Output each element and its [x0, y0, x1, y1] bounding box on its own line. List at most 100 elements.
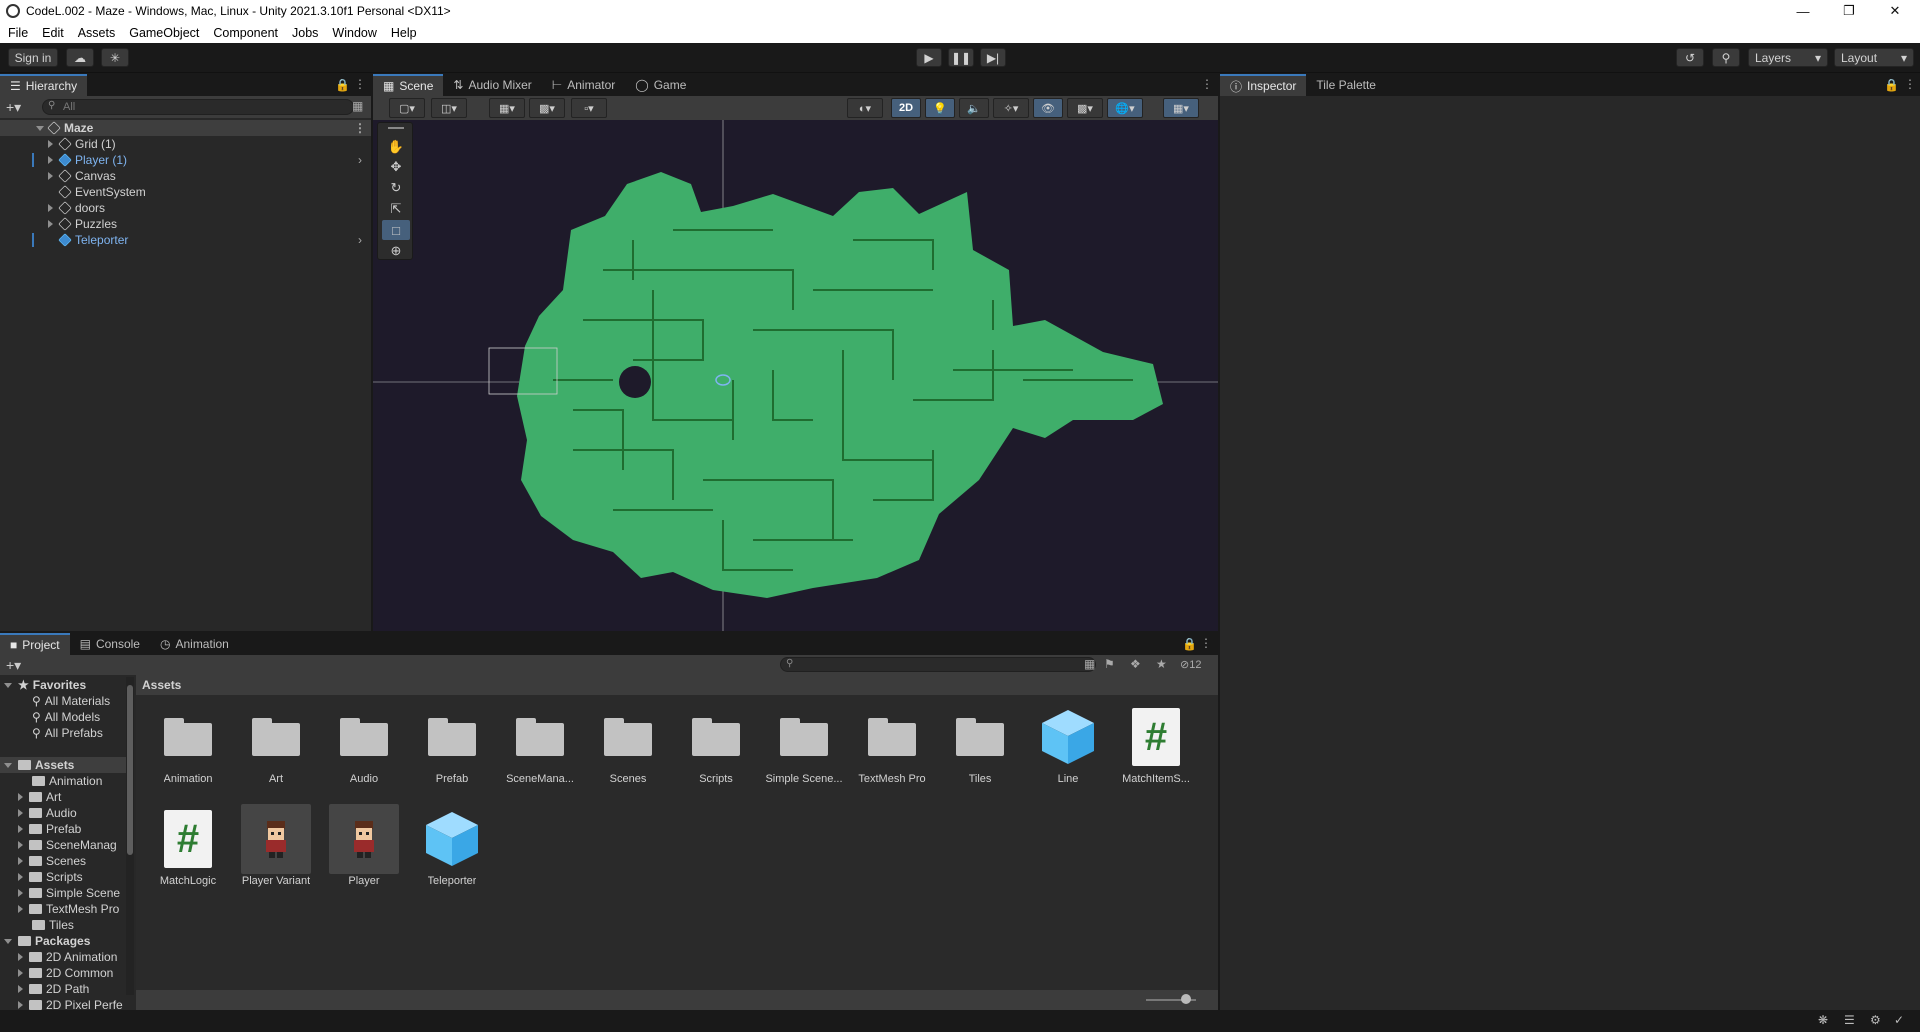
- expand-icon[interactable]: [48, 156, 53, 164]
- scene-visibility-icon[interactable]: ▦: [352, 99, 363, 113]
- asset-item[interactable]: Tiles: [936, 705, 1024, 795]
- menu-assets[interactable]: Assets: [71, 26, 123, 40]
- menu-jobs[interactable]: Jobs: [285, 26, 325, 40]
- scene-viewport[interactable]: [373, 120, 1218, 631]
- step-button[interactable]: ▶|: [980, 48, 1006, 67]
- gizmos-dropdown[interactable]: 🌐▾: [1107, 98, 1143, 118]
- bug-icon[interactable]: ❋: [1818, 1013, 1828, 1027]
- slider-handle[interactable]: [1181, 994, 1191, 1004]
- favorite-item[interactable]: ⚲ All Materials: [0, 693, 110, 709]
- add-icon[interactable]: +▾: [6, 657, 21, 674]
- snap-increment-dropdown[interactable]: ▩▾: [529, 98, 565, 118]
- asset-folder-item[interactable]: Simple Scene: [0, 885, 120, 901]
- favorite-item[interactable]: ⚲ All Prefabs: [0, 725, 103, 741]
- expand-icon[interactable]: [18, 889, 23, 897]
- shading-dropdown[interactable]: ◫▾: [431, 98, 467, 118]
- add-icon[interactable]: +▾: [6, 99, 21, 116]
- draw-mode-dropdown[interactable]: ▢▾: [389, 98, 425, 118]
- expand-icon[interactable]: [18, 825, 23, 833]
- asset-folder-item[interactable]: Audio: [0, 805, 77, 821]
- tab-scene[interactable]: ▦ Scene: [373, 74, 444, 96]
- history-icon[interactable]: ↺: [1676, 48, 1704, 67]
- expand-icon[interactable]: [18, 809, 23, 817]
- asset-item[interactable]: TextMesh Pro: [848, 705, 936, 795]
- tab-game[interactable]: ◯ Game: [625, 74, 696, 96]
- asset-item[interactable]: Teleporter: [408, 807, 496, 897]
- star-icon[interactable]: ★: [1156, 657, 1167, 671]
- pause-button[interactable]: ❚❚: [948, 48, 974, 67]
- hidden-objects-icon[interactable]: 👁: [1033, 98, 1063, 118]
- kebab-menu-icon[interactable]: ⋮: [354, 121, 366, 135]
- package-item[interactable]: 2D Path: [0, 981, 89, 997]
- expand-icon[interactable]: [4, 938, 12, 944]
- hierarchy-item[interactable]: Grid (1): [0, 136, 116, 152]
- tab-hierarchy[interactable]: ☰ Hierarchy: [0, 74, 88, 96]
- asset-item[interactable]: Line: [1024, 705, 1112, 795]
- minimize-icon[interactable]: —: [1780, 0, 1826, 22]
- search-by-type-icon[interactable]: ▦: [1084, 657, 1095, 671]
- notification-icon[interactable]: ✓: [1894, 1013, 1904, 1027]
- chevron-right-icon[interactable]: ›: [358, 153, 362, 167]
- label-icon[interactable]: ❖: [1130, 657, 1141, 671]
- hierarchy-item[interactable]: EventSystem: [0, 184, 146, 200]
- asset-folder-item[interactable]: Animation: [0, 773, 102, 789]
- cache-server-icon[interactable]: ☰: [1844, 1013, 1855, 1027]
- scrollbar-thumb[interactable]: [127, 685, 133, 855]
- asset-folder-item[interactable]: TextMesh Pro: [0, 901, 119, 917]
- lock-icon[interactable]: 🔒: [335, 78, 350, 92]
- asset-folder-item[interactable]: Scenes: [0, 853, 86, 869]
- audio-icon[interactable]: 🔈: [959, 98, 989, 118]
- assets-root-row[interactable]: Assets: [0, 757, 126, 773]
- asset-item[interactable]: Audio: [320, 705, 408, 795]
- asset-item[interactable]: # MatchLogic: [144, 807, 232, 897]
- layers-dropdown[interactable]: Layers ▾: [1748, 48, 1828, 67]
- expand-icon[interactable]: [48, 220, 53, 228]
- favorites-row[interactable]: ★ Favorites: [0, 677, 86, 693]
- lighting-icon[interactable]: 💡: [925, 98, 955, 118]
- hierarchy-item[interactable]: Puzzles: [0, 216, 117, 232]
- menu-file[interactable]: File: [0, 26, 35, 40]
- menu-component[interactable]: Component: [206, 26, 285, 40]
- menu-edit[interactable]: Edit: [35, 26, 71, 40]
- overlays-dropdown[interactable]: ▦▾: [1163, 98, 1199, 118]
- package-item[interactable]: 2D Common: [0, 965, 113, 981]
- lock-icon[interactable]: 🔒: [1182, 637, 1197, 651]
- grid-snap-dropdown[interactable]: ▦▾: [489, 98, 525, 118]
- expand-icon[interactable]: [18, 793, 23, 801]
- asset-folder-item[interactable]: SceneManag: [0, 837, 117, 853]
- breadcrumb[interactable]: Assets: [136, 675, 1218, 695]
- packages-root-row[interactable]: Packages: [0, 933, 90, 949]
- tree-scrollbar[interactable]: [126, 677, 134, 995]
- sign-in-button[interactable]: Sign in: [8, 48, 58, 67]
- kebab-menu-icon[interactable]: ⋮: [1200, 636, 1212, 650]
- camera-dropdown[interactable]: ▩▾: [1067, 98, 1103, 118]
- tab-animator[interactable]: ⊢ Animator: [542, 74, 625, 96]
- asset-item[interactable]: SceneMana...: [496, 705, 584, 795]
- asset-item[interactable]: Scenes: [584, 705, 672, 795]
- play-button[interactable]: ▶: [916, 48, 942, 67]
- asset-item[interactable]: Player: [320, 804, 408, 897]
- kebab-menu-icon[interactable]: ⋮: [1904, 77, 1916, 91]
- collab-icon[interactable]: ✳: [101, 48, 129, 67]
- expand-icon[interactable]: [48, 172, 53, 180]
- hierarchy-item[interactable]: doors: [0, 200, 105, 216]
- cloud-icon[interactable]: ☁: [66, 48, 94, 67]
- hierarchy-item[interactable]: Canvas: [0, 168, 116, 184]
- maximize-icon[interactable]: ❐: [1826, 0, 1872, 22]
- asset-item[interactable]: Animation: [144, 705, 232, 795]
- menu-window[interactable]: Window: [325, 26, 383, 40]
- asset-item[interactable]: Scripts: [672, 705, 760, 795]
- asset-item[interactable]: Simple Scene...: [760, 705, 848, 795]
- expand-icon[interactable]: [18, 953, 23, 961]
- expand-icon[interactable]: [18, 857, 23, 865]
- tab-project[interactable]: ■ Project: [0, 633, 70, 655]
- expand-icon[interactable]: [18, 969, 23, 977]
- render-mode-dropdown[interactable]: ◐▾: [847, 98, 883, 118]
- asset-folder-item[interactable]: Art: [0, 789, 61, 805]
- expand-icon[interactable]: [4, 682, 12, 688]
- hierarchy-search-input[interactable]: All: [42, 99, 354, 115]
- asset-folder-item[interactable]: Tiles: [0, 917, 74, 933]
- asset-item[interactable]: Player Variant: [232, 804, 320, 897]
- expand-icon[interactable]: [4, 762, 12, 768]
- tab-console[interactable]: ▤ Console: [70, 633, 150, 655]
